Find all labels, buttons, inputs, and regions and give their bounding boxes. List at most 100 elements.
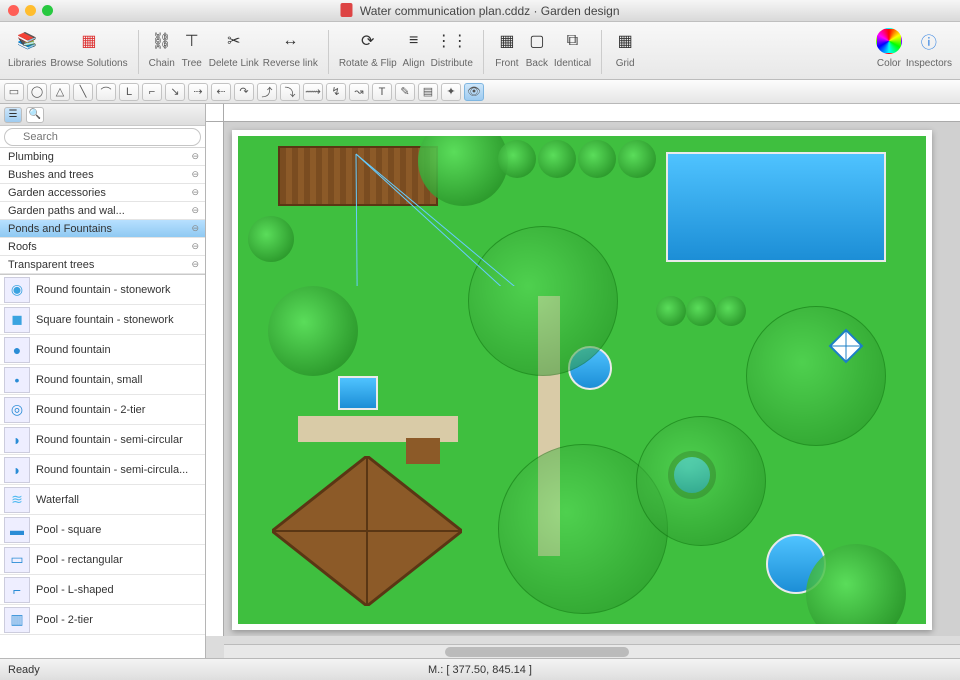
category-ponds-and-fountains[interactable]: Ponds and Fountains⊖	[0, 220, 205, 238]
shape-tool-20[interactable]: 👁	[464, 83, 484, 101]
grid-icon[interactable]: ▦	[612, 28, 638, 54]
shape-tool-19[interactable]: ✦	[441, 83, 461, 101]
shape-tool-13[interactable]: ⟿	[303, 83, 323, 101]
close-icon[interactable]	[8, 5, 19, 16]
inspectors-icon[interactable]: ⓘ	[916, 28, 942, 54]
front-icon[interactable]: ▦	[494, 28, 520, 54]
back-icon[interactable]: ▢	[524, 28, 550, 54]
tree[interactable]	[248, 216, 294, 262]
shape-item[interactable]: ▬Pool - square	[0, 515, 205, 545]
transparent-tree[interactable]	[636, 416, 766, 546]
shape-item[interactable]: ◗Round fountain - semi-circula...	[0, 455, 205, 485]
shape-tool-0[interactable]: ▭	[4, 83, 24, 101]
tree[interactable]	[498, 140, 536, 178]
shape-item[interactable]: ●Round fountain	[0, 335, 205, 365]
browse-solutions-icon[interactable]: ▦	[76, 28, 102, 54]
toolbar-color[interactable]: Color	[876, 26, 902, 69]
shape-tool-11[interactable]: ⤴	[257, 83, 277, 101]
shape-item[interactable]: ◎Round fountain - 2-tier	[0, 395, 205, 425]
shape-item[interactable]: ▥Pool - 2-tier	[0, 605, 205, 635]
tree[interactable]	[686, 296, 716, 326]
tree[interactable]	[578, 140, 616, 178]
scrollbar-thumb[interactable]	[445, 647, 629, 657]
shape-tool-9[interactable]: ⇠	[211, 83, 231, 101]
shape-item[interactable]: ◗Round fountain - semi-circular	[0, 425, 205, 455]
rotate-flip-icon[interactable]: ⟳	[355, 28, 381, 54]
toolbar-tree[interactable]: ⊤ Tree	[179, 26, 205, 69]
chain-icon[interactable]: ⛓	[149, 28, 175, 54]
transparent-tree[interactable]	[468, 226, 618, 376]
category-plumbing[interactable]: Plumbing⊖	[0, 148, 205, 166]
toolbar-align[interactable]: ≡ Align	[401, 26, 427, 69]
color-icon[interactable]	[876, 28, 902, 54]
toolbar-rotate-flip[interactable]: ⟳ Rotate & Flip	[339, 26, 397, 69]
toolbar-grid[interactable]: ▦ Grid	[612, 26, 638, 69]
identical-icon[interactable]: ⧉	[560, 28, 586, 54]
minimize-icon[interactable]	[25, 5, 36, 16]
shape-tool-10[interactable]: ↷	[234, 83, 254, 101]
toolbar-distribute[interactable]: ⋮⋮ Distribute	[431, 26, 473, 69]
category-garden-accessories[interactable]: Garden accessories⊖	[0, 184, 205, 202]
shape-item[interactable]: •Round fountain, small	[0, 365, 205, 395]
shape-tool-7[interactable]: ↘	[165, 83, 185, 101]
shape-tool-6[interactable]: ⌐	[142, 83, 162, 101]
category-garden-paths-and-wal-[interactable]: Garden paths and wal...⊖	[0, 202, 205, 220]
library-view-button[interactable]: ☰	[4, 107, 22, 123]
shape-item[interactable]: ⌐Pool - L-shaped	[0, 575, 205, 605]
patio-set[interactable]	[388, 426, 458, 476]
toolbar-back[interactable]: ▢ Back	[524, 26, 550, 69]
search-input[interactable]	[4, 128, 201, 146]
tree[interactable]	[618, 140, 656, 178]
swimming-pool[interactable]	[666, 152, 886, 262]
garden-plan[interactable]	[238, 136, 926, 624]
shape-tool-2[interactable]: △	[50, 83, 70, 101]
shape-tool-8[interactable]: ⇢	[188, 83, 208, 101]
deck-upper[interactable]	[278, 146, 438, 206]
shape-item[interactable]: ◼Square fountain - stonework	[0, 305, 205, 335]
small-pool[interactable]	[338, 376, 378, 410]
shape-item[interactable]: ◉Round fountain - stonework	[0, 275, 205, 305]
house-roof[interactable]	[272, 456, 462, 606]
libraries-icon[interactable]: 📚	[14, 28, 40, 54]
umbrella-icon[interactable]	[826, 326, 866, 366]
align-icon[interactable]: ≡	[401, 28, 427, 54]
toolbar-identical[interactable]: ⧉ Identical	[554, 26, 591, 69]
page[interactable]	[232, 130, 932, 630]
shape-tool-15[interactable]: ↝	[349, 83, 369, 101]
category-transparent-trees[interactable]: Transparent trees⊖	[0, 256, 205, 274]
toolbar-chain[interactable]: ⛓ Chain	[149, 26, 175, 69]
shape-tool-17[interactable]: ✎	[395, 83, 415, 101]
tree[interactable]	[656, 296, 686, 326]
shape-tool-16[interactable]: T	[372, 83, 392, 101]
shape-item[interactable]: ≋Waterfall	[0, 485, 205, 515]
toolbar-libraries[interactable]: 📚 Libraries	[8, 26, 46, 69]
shape-tool-4[interactable]: ⌒	[96, 83, 116, 101]
category-bushes-and-trees[interactable]: Bushes and trees⊖	[0, 166, 205, 184]
canvas-viewport[interactable]	[224, 122, 960, 636]
toolbar-inspectors[interactable]: ⓘ Inspectors	[906, 26, 952, 69]
shape-tool-1[interactable]: ◯	[27, 83, 47, 101]
horizontal-scrollbar[interactable]	[224, 644, 960, 658]
tree[interactable]	[538, 140, 576, 178]
distribute-icon[interactable]: ⋮⋮	[439, 28, 465, 54]
zoom-icon[interactable]	[42, 5, 53, 16]
reverse-link-icon[interactable]: ↔	[277, 28, 303, 54]
toolbar-reverse-link[interactable]: ↔ Reverse link	[263, 26, 318, 69]
tree[interactable]	[716, 296, 746, 326]
toolbar-front[interactable]: ▦ Front	[494, 26, 520, 69]
shape-tool-3[interactable]: ╲	[73, 83, 93, 101]
shape-tool-5[interactable]: L	[119, 83, 139, 101]
category-roofs[interactable]: Roofs⊖	[0, 238, 205, 256]
shape-tool-12[interactable]: ⤵	[280, 83, 300, 101]
shape-item[interactable]: ▭Pool - rectangular	[0, 545, 205, 575]
toolbar-delete-link[interactable]: ✂ Delete Link	[209, 26, 259, 69]
tree[interactable]	[268, 286, 358, 376]
toolbar-browse-solutions[interactable]: ▦ Browse Solutions	[50, 26, 127, 69]
delete-link-icon[interactable]: ✂	[221, 28, 247, 54]
ruler-vertical[interactable]	[206, 122, 224, 636]
ruler-horizontal[interactable]	[224, 104, 960, 122]
tree-icon[interactable]: ⊤	[179, 28, 205, 54]
shape-tool-18[interactable]: ▤	[418, 83, 438, 101]
search-view-button[interactable]: 🔍	[26, 107, 44, 123]
shape-tool-14[interactable]: ↯	[326, 83, 346, 101]
